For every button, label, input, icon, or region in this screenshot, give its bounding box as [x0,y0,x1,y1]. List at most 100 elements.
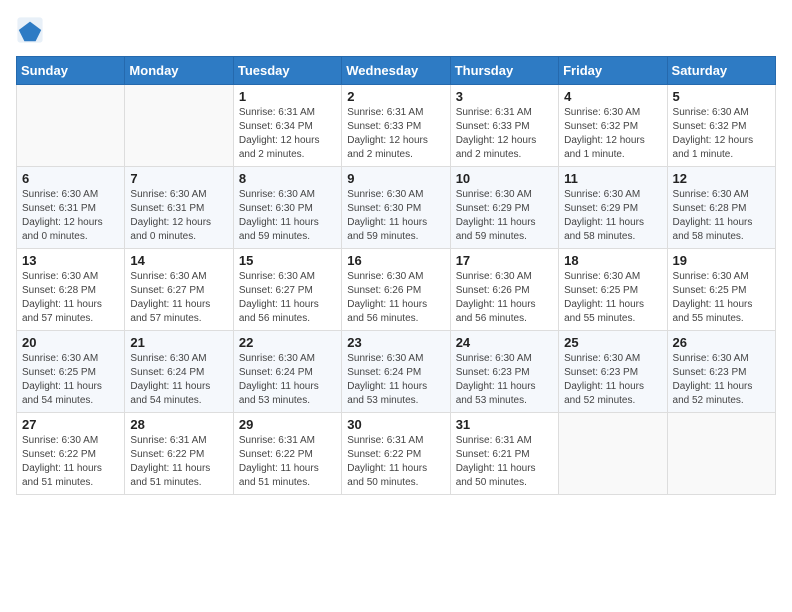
day-info: Sunrise: 6:30 AM Sunset: 6:28 PM Dayligh… [673,188,770,244]
day-info: Sunrise: 6:30 AM Sunset: 6:31 PM Dayligh… [22,188,119,244]
day-info: Sunrise: 6:30 AM Sunset: 6:32 PM Dayligh… [673,106,770,162]
calendar-day-cell: 27Sunrise: 6:30 AM Sunset: 6:22 PM Dayli… [17,413,125,495]
day-number: 18 [564,253,661,268]
day-number: 22 [239,335,336,350]
weekday-header: Tuesday [233,57,341,85]
day-number: 31 [456,417,553,432]
calendar-day-cell: 28Sunrise: 6:31 AM Sunset: 6:22 PM Dayli… [125,413,233,495]
calendar-week-row: 20Sunrise: 6:30 AM Sunset: 6:25 PM Dayli… [17,331,776,413]
day-number: 6 [22,171,119,186]
day-number: 8 [239,171,336,186]
calendar-day-cell: 4 Sunrise: 6:30 AM Sunset: 6:32 PM Daylig… [559,85,667,167]
weekday-header: Friday [559,57,667,85]
day-number: 13 [22,253,119,268]
calendar-table: SundayMondayTuesdayWednesdayThursdayFrid… [16,56,776,495]
calendar-day-cell: 30Sunrise: 6:31 AM Sunset: 6:22 PM Dayli… [342,413,450,495]
calendar-day-cell: 16 Sunrise: 6:30 AM Sunset: 6:26 PM Dayli… [342,249,450,331]
day-info: Sunrise: 6:30 AM Sunset: 6:25 PM Dayligh… [22,352,119,408]
calendar-day-cell: 10 Sunrise: 6:30 AM Sunset: 6:29 PM Dayli… [450,167,558,249]
day-number: 12 [673,171,770,186]
day-info: Sunrise: 6:30 AM Sunset: 6:29 PM Dayligh… [564,188,661,244]
day-info: Sunrise: 6:30 AM Sunset: 6:26 PM Dayligh… [456,270,553,326]
calendar-day-cell: 25 Sunrise: 6:30 AM Sunset: 6:23 PM Dayli… [559,331,667,413]
calendar-day-cell: 5 Sunrise: 6:30 AM Sunset: 6:32 PM Daylig… [667,85,775,167]
calendar-day-cell [17,85,125,167]
calendar-week-row: 13 Sunrise: 6:30 AM Sunset: 6:28 PM Dayli… [17,249,776,331]
day-number: 17 [456,253,553,268]
calendar-day-cell: 13 Sunrise: 6:30 AM Sunset: 6:28 PM Dayli… [17,249,125,331]
calendar-day-cell: 8 Sunrise: 6:30 AM Sunset: 6:30 PM Daylig… [233,167,341,249]
calendar-day-cell: 22 Sunrise: 6:30 AM Sunset: 6:24 PM Dayli… [233,331,341,413]
weekday-header-row: SundayMondayTuesdayWednesdayThursdayFrid… [17,57,776,85]
calendar-day-cell: 20Sunrise: 6:30 AM Sunset: 6:25 PM Dayli… [17,331,125,413]
day-number: 11 [564,171,661,186]
calendar-day-cell [125,85,233,167]
calendar-day-cell: 15Sunrise: 6:30 AM Sunset: 6:27 PM Dayli… [233,249,341,331]
day-info: Sunrise: 6:30 AM Sunset: 6:31 PM Dayligh… [130,188,227,244]
day-number: 14 [130,253,227,268]
day-info: Sunrise: 6:30 AM Sunset: 6:24 PM Dayligh… [347,352,444,408]
calendar-week-row: 1 Sunrise: 6:31 AM Sunset: 6:34 PM Daylig… [17,85,776,167]
calendar-day-cell: 23 Sunrise: 6:30 AM Sunset: 6:24 PM Dayli… [342,331,450,413]
calendar-day-cell: 18Sunrise: 6:30 AM Sunset: 6:25 PM Dayli… [559,249,667,331]
calendar-day-cell: 7 Sunrise: 6:30 AM Sunset: 6:31 PM Daylig… [125,167,233,249]
weekday-header: Wednesday [342,57,450,85]
calendar-day-cell: 21 Sunrise: 6:30 AM Sunset: 6:24 PM Dayli… [125,331,233,413]
calendar-day-cell: 6 Sunrise: 6:30 AM Sunset: 6:31 PM Daylig… [17,167,125,249]
day-number: 5 [673,89,770,104]
calendar-day-cell: 2 Sunrise: 6:31 AM Sunset: 6:33 PM Daylig… [342,85,450,167]
day-info: Sunrise: 6:30 AM Sunset: 6:29 PM Dayligh… [456,188,553,244]
calendar-day-cell: 17 Sunrise: 6:30 AM Sunset: 6:26 PM Dayli… [450,249,558,331]
calendar-week-row: 27Sunrise: 6:30 AM Sunset: 6:22 PM Dayli… [17,413,776,495]
day-number: 9 [347,171,444,186]
day-info: Sunrise: 6:30 AM Sunset: 6:27 PM Dayligh… [130,270,227,326]
day-number: 3 [456,89,553,104]
calendar-day-cell: 19 Sunrise: 6:30 AM Sunset: 6:25 PM Dayli… [667,249,775,331]
day-number: 7 [130,171,227,186]
calendar-day-cell: 14 Sunrise: 6:30 AM Sunset: 6:27 PM Dayli… [125,249,233,331]
day-info: Sunrise: 6:30 AM Sunset: 6:30 PM Dayligh… [239,188,336,244]
day-number: 4 [564,89,661,104]
day-info: Sunrise: 6:31 AM Sunset: 6:33 PM Dayligh… [347,106,444,162]
calendar-day-cell [667,413,775,495]
calendar-day-cell: 1 Sunrise: 6:31 AM Sunset: 6:34 PM Daylig… [233,85,341,167]
day-number: 29 [239,417,336,432]
calendar-day-cell: 12 Sunrise: 6:30 AM Sunset: 6:28 PM Dayli… [667,167,775,249]
weekday-header: Monday [125,57,233,85]
calendar-day-cell: 9 Sunrise: 6:30 AM Sunset: 6:30 PM Daylig… [342,167,450,249]
calendar-day-cell: 3 Sunrise: 6:31 AM Sunset: 6:33 PM Daylig… [450,85,558,167]
day-info: Sunrise: 6:30 AM Sunset: 6:27 PM Dayligh… [239,270,336,326]
day-info: Sunrise: 6:31 AM Sunset: 6:33 PM Dayligh… [456,106,553,162]
day-number: 27 [22,417,119,432]
calendar-week-row: 6 Sunrise: 6:30 AM Sunset: 6:31 PM Daylig… [17,167,776,249]
day-number: 28 [130,417,227,432]
calendar-day-cell [559,413,667,495]
day-info: Sunrise: 6:30 AM Sunset: 6:24 PM Dayligh… [239,352,336,408]
day-info: Sunrise: 6:30 AM Sunset: 6:23 PM Dayligh… [456,352,553,408]
day-info: Sunrise: 6:30 AM Sunset: 6:28 PM Dayligh… [22,270,119,326]
day-info: Sunrise: 6:31 AM Sunset: 6:34 PM Dayligh… [239,106,336,162]
day-info: Sunrise: 6:30 AM Sunset: 6:30 PM Dayligh… [347,188,444,244]
day-number: 16 [347,253,444,268]
day-info: Sunrise: 6:30 AM Sunset: 6:25 PM Dayligh… [673,270,770,326]
day-number: 21 [130,335,227,350]
day-number: 10 [456,171,553,186]
day-number: 19 [673,253,770,268]
day-number: 1 [239,89,336,104]
day-info: Sunrise: 6:30 AM Sunset: 6:32 PM Dayligh… [564,106,661,162]
day-info: Sunrise: 6:31 AM Sunset: 6:22 PM Dayligh… [239,434,336,490]
day-number: 25 [564,335,661,350]
day-info: Sunrise: 6:31 AM Sunset: 6:22 PM Dayligh… [347,434,444,490]
calendar-day-cell: 26Sunrise: 6:30 AM Sunset: 6:23 PM Dayli… [667,331,775,413]
logo [16,16,48,44]
day-info: Sunrise: 6:30 AM Sunset: 6:24 PM Dayligh… [130,352,227,408]
calendar-day-cell: 24 Sunrise: 6:30 AM Sunset: 6:23 PM Dayli… [450,331,558,413]
day-number: 2 [347,89,444,104]
day-number: 23 [347,335,444,350]
day-info: Sunrise: 6:30 AM Sunset: 6:26 PM Dayligh… [347,270,444,326]
calendar-day-cell: 31 Sunrise: 6:31 AM Sunset: 6:21 PM Dayli… [450,413,558,495]
day-info: Sunrise: 6:30 AM Sunset: 6:23 PM Dayligh… [564,352,661,408]
day-number: 24 [456,335,553,350]
weekday-header: Thursday [450,57,558,85]
day-info: Sunrise: 6:31 AM Sunset: 6:21 PM Dayligh… [456,434,553,490]
